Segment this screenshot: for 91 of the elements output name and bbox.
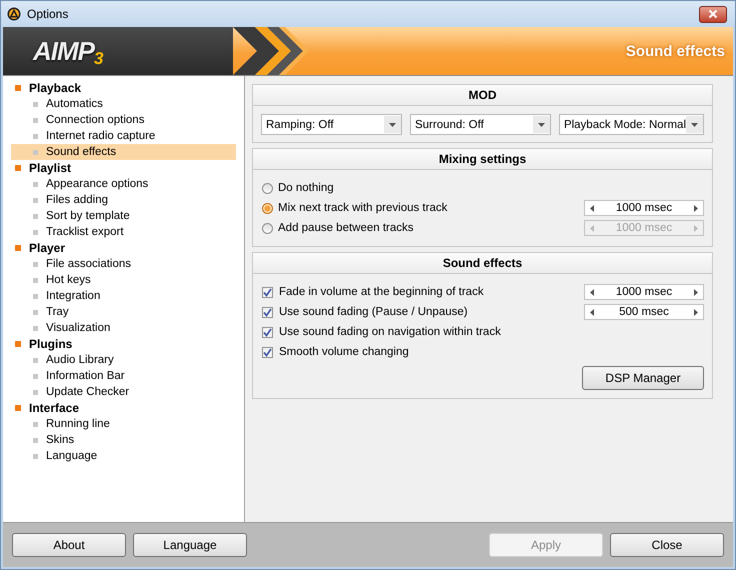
radio-button[interactable] <box>262 182 273 194</box>
dropdown[interactable]: Surround: Off <box>410 114 551 135</box>
tree-item[interactable]: Information Bar <box>11 368 236 384</box>
bullet-icon <box>33 358 38 362</box>
bullet-icon <box>33 438 38 442</box>
bullet-icon <box>15 341 21 347</box>
close-button[interactable] <box>699 6 727 22</box>
bullet-icon <box>33 150 38 154</box>
checkbox[interactable] <box>262 286 273 298</box>
tree-item[interactable]: Appearance options <box>11 176 236 192</box>
footer-button[interactable]: Close <box>610 533 724 557</box>
radio-button[interactable] <box>262 222 273 234</box>
spin-field[interactable]: 500 msec <box>584 304 704 320</box>
bullet-icon <box>33 422 38 426</box>
bullet-icon <box>33 326 38 330</box>
checkbox[interactable] <box>262 346 273 358</box>
tree-item[interactable]: Audio Library <box>11 352 236 368</box>
checkbox[interactable] <box>262 306 273 318</box>
footer-button[interactable]: About <box>12 533 126 557</box>
checkbox[interactable] <box>262 326 273 338</box>
left-arrow-icon <box>590 288 594 296</box>
tree-group[interactable]: Player <box>11 240 236 256</box>
spin-field[interactable]: 1000 msec <box>584 284 704 300</box>
panel-title: Mixing settings <box>253 149 712 170</box>
panel-title: Sound effects <box>253 253 712 274</box>
caret-icon <box>686 116 704 133</box>
tree-group[interactable]: Interface <box>11 400 236 416</box>
tree-group[interactable]: Playlist <box>11 160 236 176</box>
tree-item[interactable]: Visualization <box>11 320 236 336</box>
tree-item[interactable]: Internet radio capture <box>11 128 236 144</box>
tree-item[interactable]: Integration <box>11 288 236 304</box>
tree-item[interactable]: Skins <box>11 432 236 448</box>
bullet-icon <box>15 85 21 91</box>
caret-icon <box>532 116 550 133</box>
bullet-icon <box>15 405 21 411</box>
bullet-icon <box>33 454 38 458</box>
window-title: Options <box>27 7 68 21</box>
footer-button[interactable]: Language <box>133 533 247 557</box>
option-label: Use sound fading on navigation within track <box>279 326 501 338</box>
tree-group[interactable]: Playback <box>11 80 236 96</box>
bullet-icon <box>33 118 38 122</box>
tree-item[interactable]: Language <box>11 448 236 464</box>
bullet-icon <box>33 198 38 202</box>
tree-item[interactable]: Connection options <box>11 112 236 128</box>
bullet-icon <box>33 294 38 298</box>
tree-item[interactable]: Sort by template <box>11 208 236 224</box>
app-icon <box>7 7 21 21</box>
panel-title: MOD <box>253 85 712 106</box>
option-label: Fade in volume at the beginning of track <box>279 286 484 298</box>
caret-icon <box>384 116 401 133</box>
tree-item[interactable]: Automatics <box>11 96 236 112</box>
tree-item[interactable]: Files adding <box>11 192 236 208</box>
bullet-icon <box>33 262 38 266</box>
bullet-icon <box>33 278 38 282</box>
close-icon <box>708 9 718 19</box>
tree-item[interactable]: Tray <box>11 304 236 320</box>
bullet-icon <box>33 182 38 186</box>
page-title: Sound effects <box>626 42 725 60</box>
option-label: Mix next track with previous track <box>278 202 448 214</box>
tree-group[interactable]: Plugins <box>11 336 236 352</box>
bullet-icon <box>15 245 21 251</box>
spin-field[interactable]: 1000 msec <box>584 200 704 216</box>
bullet-icon <box>33 390 38 394</box>
dropdown[interactable]: Ramping: Off <box>261 114 402 135</box>
bullet-icon <box>33 214 38 218</box>
bullet-icon <box>33 374 38 378</box>
right-arrow-icon <box>694 308 698 316</box>
dsp-manager-button[interactable]: DSP Manager <box>582 366 704 390</box>
radio-button[interactable] <box>262 202 273 214</box>
tree-item[interactable]: Running line <box>11 416 236 432</box>
option-label: Smooth volume changing <box>279 346 409 358</box>
tree-item[interactable]: Tracklist export <box>11 224 236 240</box>
bullet-icon <box>33 134 38 138</box>
left-arrow-icon <box>590 308 594 316</box>
left-arrow-icon <box>590 204 594 212</box>
right-arrow-icon <box>694 288 698 296</box>
option-label: Add pause between tracks <box>278 222 414 234</box>
tree-item[interactable]: Update Checker <box>11 384 236 400</box>
option-label: Use sound fading (Pause / Unpause) <box>279 306 468 318</box>
bullet-icon <box>33 230 38 234</box>
tree-item[interactable]: File associations <box>11 256 236 272</box>
tree-item[interactable]: Hot keys <box>11 272 236 288</box>
dropdown[interactable]: Playback Mode: Normal <box>558 114 704 135</box>
right-arrow-icon <box>694 224 698 232</box>
bullet-icon <box>15 165 21 171</box>
right-arrow-icon <box>694 204 698 212</box>
bullet-icon <box>33 102 38 106</box>
tree-item[interactable]: Sound effects <box>11 144 236 160</box>
left-arrow-icon <box>590 224 594 232</box>
bullet-icon <box>33 310 38 314</box>
option-label: Do nothing <box>278 182 334 194</box>
